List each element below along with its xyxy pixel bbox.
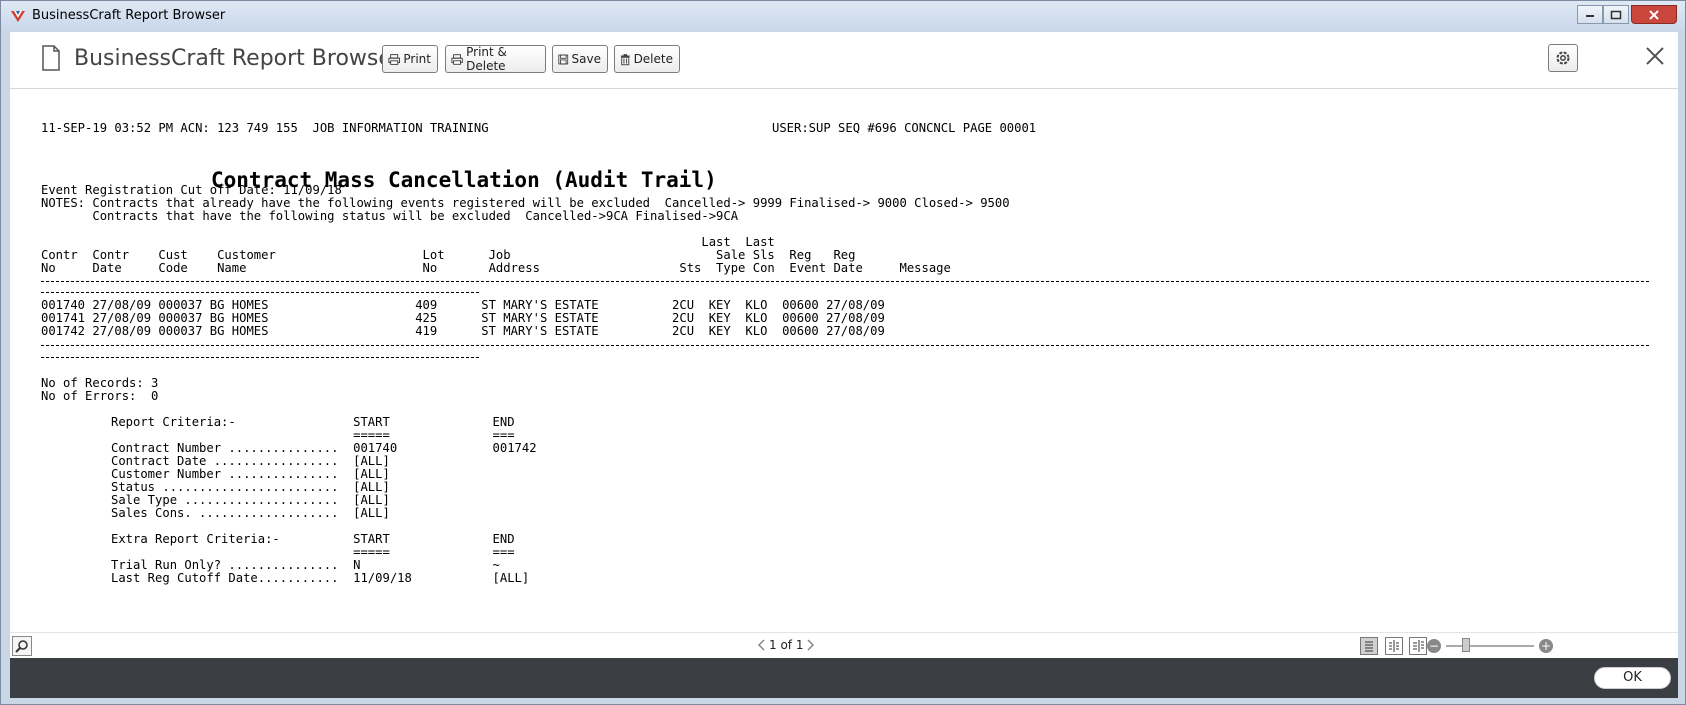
settings-button[interactable] xyxy=(1548,44,1578,72)
zoom-in-icon[interactable]: + xyxy=(1539,639,1553,653)
minimize-button[interactable] xyxy=(1577,5,1603,24)
extra-criteria-row: Last Reg Cutoff Date........... 11/09/18… xyxy=(111,571,530,585)
print-button[interactable]: Print xyxy=(382,45,438,73)
footer-bar: OK xyxy=(10,658,1678,698)
minimize-icon xyxy=(1586,14,1594,17)
close-report-icon[interactable] xyxy=(1644,45,1666,67)
window-close-button[interactable] xyxy=(1631,5,1677,24)
page-indicator: 1 of 1 xyxy=(769,638,804,652)
column-header-line-3: No Date Code Name No Address Sts Type Co… xyxy=(41,261,951,275)
print-delete-button[interactable]: Print & Delete xyxy=(445,45,546,73)
print-delete-button-label: Print & Delete xyxy=(466,45,507,73)
table-row: 001742 27/08/09 000037 BG HOMES 419 ST M… xyxy=(41,324,885,338)
floppy-disk-icon xyxy=(558,54,569,64)
delete-button[interactable]: Delete xyxy=(614,45,680,73)
pager: 1 of 1 xyxy=(757,638,815,652)
single-page-view-button[interactable] xyxy=(1360,637,1378,655)
previous-page-icon[interactable] xyxy=(757,639,765,651)
separator-line xyxy=(41,357,479,358)
search-icon xyxy=(15,640,28,653)
zoom-out-icon[interactable]: − xyxy=(1427,639,1441,653)
delete-button-label: Delete xyxy=(633,52,673,66)
window-title: BusinessCraft Report Browser xyxy=(32,8,226,23)
gear-icon xyxy=(1556,51,1570,65)
two-page-view-button[interactable] xyxy=(1385,637,1403,655)
save-button-label: Save xyxy=(571,52,601,66)
multi-page-icon xyxy=(1413,640,1424,652)
report-browser-window: BusinessCraft Report Browser BusinessCra… xyxy=(0,0,1686,705)
two-page-icon xyxy=(1389,640,1399,652)
report-top-line-left: 11-SEP-19 03:52 PM ACN: 123 749 155 JOB … xyxy=(41,121,489,135)
criteria-row: Sales Cons. ................... [ALL] xyxy=(111,506,390,520)
print-button-label: Print xyxy=(403,52,431,66)
zoom-slider-track[interactable] xyxy=(1446,645,1534,647)
zoom-slider-handle[interactable] xyxy=(1462,638,1470,652)
report-top-line-right: USER:SUP SEQ #696 CONCNCL PAGE 00001 xyxy=(772,121,1037,135)
multi-page-view-button[interactable] xyxy=(1409,637,1427,655)
single-page-icon xyxy=(1365,641,1373,652)
save-button[interactable]: Save xyxy=(552,45,608,73)
ok-button[interactable]: OK xyxy=(1594,667,1671,689)
maximize-icon xyxy=(1610,10,1622,19)
printer-icon xyxy=(451,53,463,65)
close-icon xyxy=(1649,9,1659,20)
app-title: BusinessCraft Report Browser xyxy=(74,46,401,71)
toolbar: BusinessCraft Report Browser Print Print… xyxy=(10,32,1678,89)
trash-icon xyxy=(620,53,630,65)
report-content: 11-SEP-19 03:52 PM ACN: 123 749 155 JOB … xyxy=(10,89,1678,649)
printer-icon xyxy=(388,53,400,65)
title-bar: BusinessCraft Report Browser xyxy=(1,1,1685,31)
errors-count: No of Errors: 0 xyxy=(41,389,159,403)
next-page-icon[interactable] xyxy=(807,639,815,651)
document-icon xyxy=(42,45,60,71)
find-button[interactable] xyxy=(12,636,32,656)
status-bar: 1 of 1 − + xyxy=(10,632,1678,659)
browser-client-area: BusinessCraft Report Browser Print Print… xyxy=(10,32,1678,698)
separator-line xyxy=(41,345,1649,346)
separator-line xyxy=(41,292,479,293)
report-notes-line-2: Contracts that have the following status… xyxy=(41,209,739,223)
maximize-button[interactable] xyxy=(1603,5,1629,24)
separator-line xyxy=(41,281,1649,282)
businesscraft-logo-icon xyxy=(11,11,25,22)
